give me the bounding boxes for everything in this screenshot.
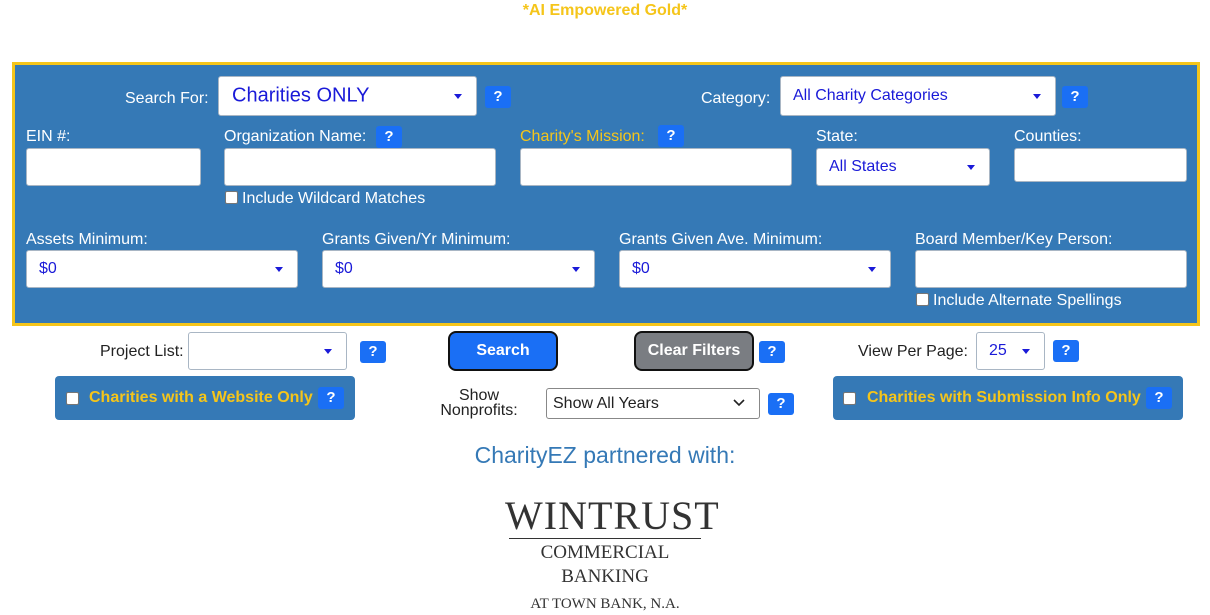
organization-name-input[interactable] (224, 148, 496, 186)
ein-input[interactable] (26, 148, 201, 186)
chevron-down-icon (868, 267, 876, 272)
logo-line1: WINTRUST (505, 493, 720, 538)
chevron-down-icon (454, 94, 462, 99)
counties-input[interactable] (1014, 148, 1187, 182)
search-button[interactable]: Search (448, 331, 558, 371)
grants-ave-minimum-value: $0 (632, 260, 650, 277)
board-member-input[interactable] (915, 250, 1187, 288)
state-label: State: (816, 128, 858, 145)
partner-heading: CharityEZ partnered with: (474, 442, 736, 468)
clear-filters-help-icon[interactable]: ? (759, 341, 785, 363)
category-select[interactable]: All Charity Categories (780, 76, 1056, 116)
show-nonprofits-label-line2: Nonprofits: (440, 402, 518, 419)
ai-empowered-tagline: *AI Empowered Gold* (522, 2, 688, 19)
submission-only-help-icon[interactable]: ? (1146, 387, 1172, 409)
state-value: All States (829, 158, 897, 175)
clear-filters-button[interactable]: Clear Filters (634, 331, 754, 371)
alternate-spellings-label: Include Alternate Spellings (933, 292, 1122, 309)
website-only-toggle[interactable]: Charities with a Website Only ? (55, 376, 355, 420)
category-help-icon[interactable]: ? (1062, 86, 1088, 108)
submission-only-checkbox[interactable] (843, 392, 856, 405)
assets-minimum-select[interactable]: $0 (26, 250, 298, 288)
chevron-down-icon (733, 399, 745, 407)
wildcard-checkbox[interactable] (225, 191, 238, 204)
chevron-down-icon (1022, 349, 1030, 354)
grants-yr-minimum-value: $0 (335, 260, 353, 277)
search-for-select[interactable]: Charities ONLY (218, 76, 477, 116)
chevron-down-icon (275, 267, 283, 272)
logo-line2: COMMERCIAL BANKING (540, 542, 670, 587)
charity-mission-input[interactable] (520, 148, 792, 186)
view-per-page-value: 25 (989, 342, 1007, 359)
website-only-label: Charities with a Website Only (89, 389, 313, 406)
wildcard-label: Include Wildcard Matches (242, 190, 426, 207)
organization-name-label: Organization Name: (224, 128, 367, 145)
show-nonprofits-label: Show Nonprofits: (439, 387, 519, 419)
assets-minimum-label: Assets Minimum: (26, 231, 148, 248)
search-for-value: Charities ONLY (232, 84, 370, 107)
search-for-help-icon[interactable]: ? (485, 86, 511, 108)
chevron-down-icon (324, 349, 332, 354)
chevron-down-icon (1033, 94, 1041, 99)
submission-only-toggle[interactable]: Charities with Submission Info Only ? (833, 376, 1183, 420)
grants-yr-minimum-label: Grants Given/Yr Minimum: (322, 231, 511, 248)
ein-label: EIN #: (26, 128, 71, 145)
grants-ave-minimum-select[interactable]: $0 (619, 250, 891, 288)
chevron-down-icon (967, 165, 975, 170)
logo-line3: AT TOWN BANK, N.A. (530, 596, 680, 612)
category-label: Category: (701, 90, 771, 107)
grants-yr-minimum-select[interactable]: $0 (322, 250, 595, 288)
view-per-page-select[interactable]: 25 (976, 332, 1045, 370)
show-nonprofits-select[interactable]: Show All Years (546, 388, 760, 419)
state-select[interactable]: All States (816, 148, 990, 186)
chevron-down-icon (572, 267, 580, 272)
grants-ave-minimum-label: Grants Given Ave. Minimum: (619, 231, 823, 248)
wintrust-logo: WINTRUST COMMERCIAL BANKING AT TOWN BANK… (505, 493, 720, 613)
project-list-select[interactable] (188, 332, 347, 370)
charity-mission-help-icon[interactable]: ? (658, 125, 684, 147)
show-nonprofits-help-icon[interactable]: ? (768, 393, 794, 415)
charity-mission-label: Charity's Mission: (520, 128, 645, 145)
submission-only-label: Charities with Submission Info Only (867, 389, 1141, 406)
show-nonprofits-value: Show All Years (553, 394, 659, 412)
alternate-spellings-checkbox[interactable] (916, 293, 929, 306)
counties-label: Counties: (1014, 128, 1082, 145)
project-list-label: Project List: (100, 343, 184, 360)
view-per-page-label: View Per Page: (858, 343, 968, 360)
show-nonprofits-label-line1: Show (458, 387, 500, 404)
project-list-help-icon[interactable]: ? (360, 341, 386, 363)
category-value: All Charity Categories (793, 87, 948, 104)
view-per-page-help-icon[interactable]: ? (1053, 340, 1079, 362)
website-only-checkbox[interactable] (66, 392, 79, 405)
organization-name-help-icon[interactable]: ? (376, 126, 402, 148)
search-for-label: Search For: (125, 90, 209, 107)
website-only-help-icon[interactable]: ? (318, 387, 344, 409)
search-filter-panel: Search For: Charities ONLY ? Category: A… (12, 62, 1200, 326)
board-member-label: Board Member/Key Person: (915, 231, 1113, 248)
assets-minimum-value: $0 (39, 260, 57, 277)
